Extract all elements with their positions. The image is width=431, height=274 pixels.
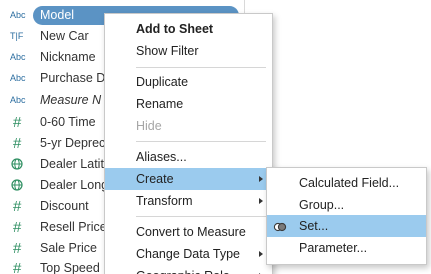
field-label: Sale Price (40, 241, 97, 255)
field-label: Measure N (40, 93, 102, 107)
menu-item-aliases[interactable]: Aliases... (105, 146, 272, 168)
string-type-icon: Abc (10, 73, 26, 83)
menu-item-label: Hide (136, 119, 162, 133)
menu-item-label: Aliases... (136, 150, 187, 164)
menu-item-label: Add to Sheet (136, 22, 214, 36)
number-type-icon: # (13, 114, 22, 131)
submenu-arrow-icon (259, 251, 263, 257)
menu-item-label: Transform (136, 194, 193, 208)
field-label: 0-60 Time (40, 115, 96, 129)
submenu-item-label: Group... (299, 198, 345, 212)
field-context-menu: Add to Sheet Show Filter Duplicate Renam… (104, 13, 273, 274)
submenu-item-label: Calculated Field... (299, 176, 400, 190)
submenu-item-set[interactable]: Set... (267, 215, 426, 237)
number-type-icon: # (13, 219, 22, 236)
submenu-item-label: Parameter... (299, 241, 368, 255)
boolean-type-icon: T|F (10, 31, 24, 41)
number-type-icon: # (13, 260, 22, 274)
field-label: Nickname (40, 50, 96, 64)
field-label: Top Speed (40, 261, 100, 274)
field-label: Dealer Long (40, 178, 109, 192)
string-type-icon: Abc (10, 95, 26, 105)
globe-icon (11, 154, 33, 175)
menu-item-add-to-sheet[interactable]: Add to Sheet (105, 18, 272, 40)
field-label: Discount (40, 199, 89, 213)
set-icon (273, 219, 287, 233)
menu-item-change-data-type[interactable]: Change Data Type (105, 243, 272, 265)
field-label: Model (40, 8, 75, 22)
menu-item-label: Show Filter (136, 44, 199, 58)
submenu-item-parameter[interactable]: Parameter... (267, 237, 426, 259)
number-type-icon: # (13, 240, 22, 257)
field-label: Dealer Latit (40, 157, 104, 171)
submenu-arrow-icon (259, 198, 263, 204)
menu-item-duplicate[interactable]: Duplicate (105, 71, 272, 93)
string-type-icon: Abc (10, 52, 26, 62)
menu-item-convert-to-measure[interactable]: Convert to Measure (105, 221, 272, 243)
menu-item-label: Change Data Type (136, 247, 241, 261)
menu-separator (136, 141, 266, 142)
globe-icon (11, 175, 33, 196)
number-type-icon: # (13, 198, 22, 215)
submenu-arrow-icon (259, 176, 263, 182)
menu-item-label: Rename (136, 97, 184, 111)
string-type-icon: Abc (10, 10, 26, 20)
create-submenu: Calculated Field... Group... Set... Para… (266, 167, 427, 265)
tableau-workspace: Abc Model T|F New Car Abc Nickname Abc P… (0, 0, 431, 274)
menu-item-geographic-role[interactable]: Geographic Role (105, 265, 272, 274)
menu-item-hide: Hide (105, 115, 272, 137)
field-label: Purchase D (40, 71, 106, 85)
menu-item-label: Create (136, 172, 174, 186)
field-label: 5-yr Deprec (40, 136, 106, 150)
menu-item-label: Duplicate (136, 75, 189, 89)
menu-item-show-filter[interactable]: Show Filter (105, 40, 272, 62)
menu-separator (136, 216, 266, 217)
submenu-item-calculated-field[interactable]: Calculated Field... (267, 172, 426, 194)
submenu-item-label: Set... (299, 219, 329, 233)
number-type-icon: # (13, 135, 22, 152)
field-label: New Car (40, 29, 89, 43)
menu-item-transform[interactable]: Transform (105, 190, 272, 212)
menu-item-rename[interactable]: Rename (105, 93, 272, 115)
field-label: Resell Price (40, 220, 107, 234)
menu-item-label: Convert to Measure (136, 225, 246, 239)
menu-item-create[interactable]: Create (105, 168, 272, 190)
menu-separator (136, 67, 266, 68)
submenu-item-group[interactable]: Group... (267, 194, 426, 216)
menu-item-label: Geographic Role (136, 265, 230, 274)
